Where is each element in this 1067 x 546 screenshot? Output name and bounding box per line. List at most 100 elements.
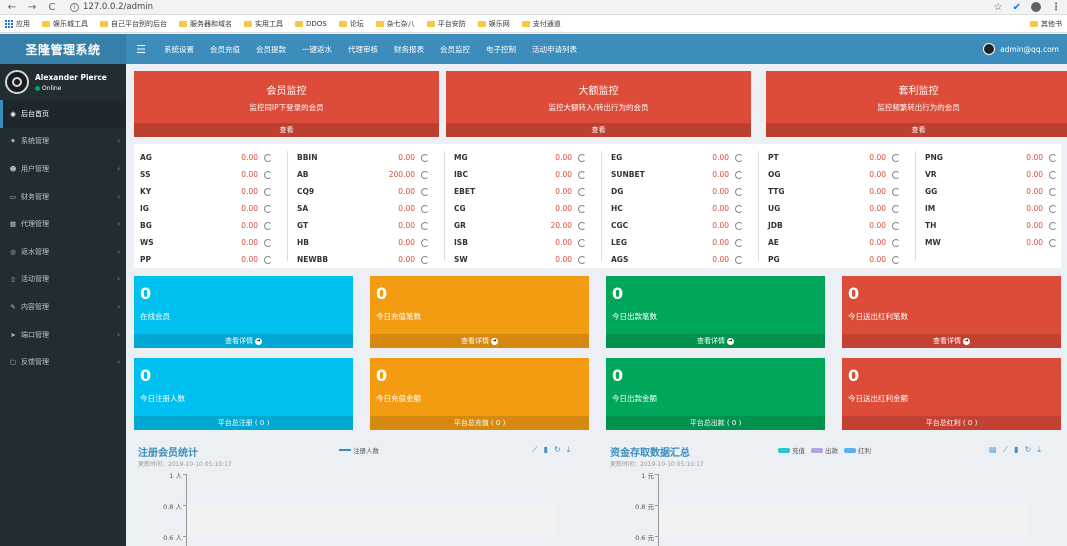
refresh-icon[interactable] (421, 204, 429, 213)
stat-footer-link[interactable]: 查看详情 ➜ (370, 334, 589, 348)
reload-icon[interactable]: C (46, 2, 58, 13)
sidebar-item[interactable]: ▯ 活动管理 ‹ (0, 266, 126, 294)
refresh-icon[interactable] (1049, 221, 1057, 230)
refresh-icon[interactable] (421, 170, 429, 179)
user-menu[interactable]: admin@qq.com (983, 43, 1067, 55)
refresh-icon[interactable] (264, 221, 272, 230)
refresh-icon[interactable] (421, 187, 429, 196)
app-logo[interactable]: 圣隆管理系统 (0, 34, 126, 64)
refresh-icon[interactable] (1049, 170, 1057, 179)
refresh-icon[interactable] (892, 238, 900, 247)
legend-item[interactable]: 红利 (844, 445, 871, 455)
refresh-icon[interactable] (421, 153, 429, 162)
monitor-view-link[interactable]: 查看 (446, 123, 751, 137)
bookmark-item[interactable]: 娱乐网 (477, 19, 510, 29)
refresh-icon[interactable] (578, 255, 586, 264)
stat-footer-link[interactable]: 平台总注册 ( 0 ) (134, 416, 353, 430)
refresh-icon[interactable] (264, 255, 272, 264)
menu-more-icon[interactable]: ⋮ (1051, 2, 1061, 13)
refresh-icon[interactable] (892, 187, 900, 196)
bookmark-item[interactable]: 娱乐城工具 (42, 19, 88, 29)
refresh-icon[interactable] (892, 255, 900, 264)
sidebar-item[interactable]: ▢ 反馈管理 ‹ (0, 348, 126, 376)
refresh-icon[interactable] (892, 153, 900, 162)
legend-item[interactable]: 充值 (778, 445, 805, 455)
sidebar-item[interactable]: ▭ 财务管理 ‹ (0, 183, 126, 211)
refresh-icon[interactable] (578, 170, 586, 179)
bookmark-item[interactable]: 杂七杂八 (375, 19, 415, 29)
monitor-view-link[interactable]: 查看 (766, 123, 1067, 137)
monitor-view-link[interactable]: 查看 (134, 123, 439, 137)
download-icon[interactable]: ⤓ (567, 445, 571, 455)
sidebar-item[interactable]: ◎ 返水管理 ‹ (0, 238, 126, 266)
bar-chart-icon[interactable]: ▮ (544, 445, 548, 455)
sidebar-item[interactable]: ✎ 内容管理 ‹ (0, 293, 126, 321)
stat-footer-link[interactable]: 平台总红利 ( 0 ) (842, 416, 1061, 430)
refresh-icon[interactable] (264, 187, 272, 196)
sidebar-item[interactable]: ▦ 代理管理 ‹ (0, 210, 126, 238)
refresh-icon[interactable] (735, 153, 743, 162)
top-nav-link[interactable]: 会员监控 (432, 44, 478, 55)
refresh-icon[interactable] (735, 238, 743, 247)
refresh-icon[interactable] (578, 187, 586, 196)
bookmark-star-icon[interactable]: ☆ (994, 2, 1003, 13)
bookmark-item[interactable]: 支付通道 (521, 19, 561, 29)
bookmark-item[interactable]: 论坛 (338, 19, 364, 29)
sidebar-item[interactable]: ➤ 端口管理 ‹ (0, 321, 126, 349)
bookmark-item[interactable]: DDOS (295, 20, 327, 28)
refresh-icon[interactable] (264, 238, 272, 247)
top-nav-link[interactable]: 一键返水 (294, 44, 340, 55)
legend-item[interactable]: 出款 (811, 445, 838, 455)
refresh-icon[interactable] (735, 170, 743, 179)
refresh-icon[interactable] (1049, 238, 1057, 247)
refresh-icon[interactable] (264, 204, 272, 213)
info-icon[interactable]: i (70, 2, 79, 12)
bookmark-item[interactable]: 自己平台别的后台 (100, 19, 167, 29)
sidebar-item[interactable]: ☻ 用户管理 ‹ (0, 155, 126, 183)
refresh-icon[interactable] (735, 187, 743, 196)
data-view-icon[interactable]: ▤ (989, 445, 997, 455)
top-nav-link[interactable]: 系统设置 (156, 44, 202, 55)
forward-icon[interactable]: → (26, 2, 38, 13)
refresh-icon[interactable] (578, 153, 586, 162)
bookmark-item[interactable]: 应用 (5, 19, 30, 29)
sidebar-item[interactable]: ✷ 系统管理 ‹ (0, 128, 126, 156)
stat-footer-link[interactable]: 查看详情 ➜ (842, 334, 1061, 348)
refresh-icon[interactable] (1049, 187, 1057, 196)
other-bookmarks[interactable]: 其他书 (1030, 19, 1062, 29)
top-nav-link[interactable]: 电子控制 (478, 44, 524, 55)
address-bar[interactable]: i 127.0.0.2/admin (70, 2, 153, 12)
refresh-icon[interactable] (735, 221, 743, 230)
account-icon[interactable] (1031, 2, 1041, 12)
refresh-icon[interactable] (735, 204, 743, 213)
top-nav-link[interactable]: 会员充值 (202, 44, 248, 55)
refresh-icon[interactable] (421, 238, 429, 247)
refresh-icon[interactable] (892, 170, 900, 179)
extension-icon[interactable]: ✔ (1013, 2, 1021, 13)
refresh-icon[interactable] (1049, 153, 1057, 162)
stat-footer-link[interactable]: 查看详情 ➜ (606, 334, 825, 348)
stat-footer-link[interactable]: 平台总充值 ( 0 ) (370, 416, 589, 430)
top-nav-link[interactable]: 会员提款 (248, 44, 294, 55)
line-chart-icon[interactable]: ⟋ (1003, 445, 1009, 455)
bar-chart-icon[interactable]: ▮ (1014, 445, 1018, 455)
refresh-icon[interactable]: ↻ (554, 445, 561, 455)
refresh-icon[interactable] (1049, 204, 1057, 213)
stat-footer-link[interactable]: 查看详情 ➜ (134, 334, 353, 348)
refresh-icon[interactable]: ↻ (1025, 445, 1032, 455)
top-nav-link[interactable]: 财务报表 (386, 44, 432, 55)
sidebar-toggle-icon[interactable]: ☰ (126, 43, 156, 56)
bookmark-item[interactable]: 平台安防 (426, 19, 466, 29)
line-chart-icon[interactable]: ⟋ (532, 445, 538, 455)
refresh-icon[interactable] (264, 153, 272, 162)
refresh-icon[interactable] (892, 204, 900, 213)
bookmark-item[interactable]: 实用工具 (244, 19, 283, 29)
refresh-icon[interactable] (735, 255, 743, 264)
refresh-icon[interactable] (578, 238, 586, 247)
refresh-icon[interactable] (421, 221, 429, 230)
top-nav-link[interactable]: 活动申请列表 (524, 44, 585, 55)
refresh-icon[interactable] (421, 255, 429, 264)
refresh-icon[interactable] (578, 204, 586, 213)
sidebar-item[interactable]: ◉ 后台首页 (0, 100, 126, 128)
stat-footer-link[interactable]: 平台总出款 ( 0 ) (606, 416, 825, 430)
